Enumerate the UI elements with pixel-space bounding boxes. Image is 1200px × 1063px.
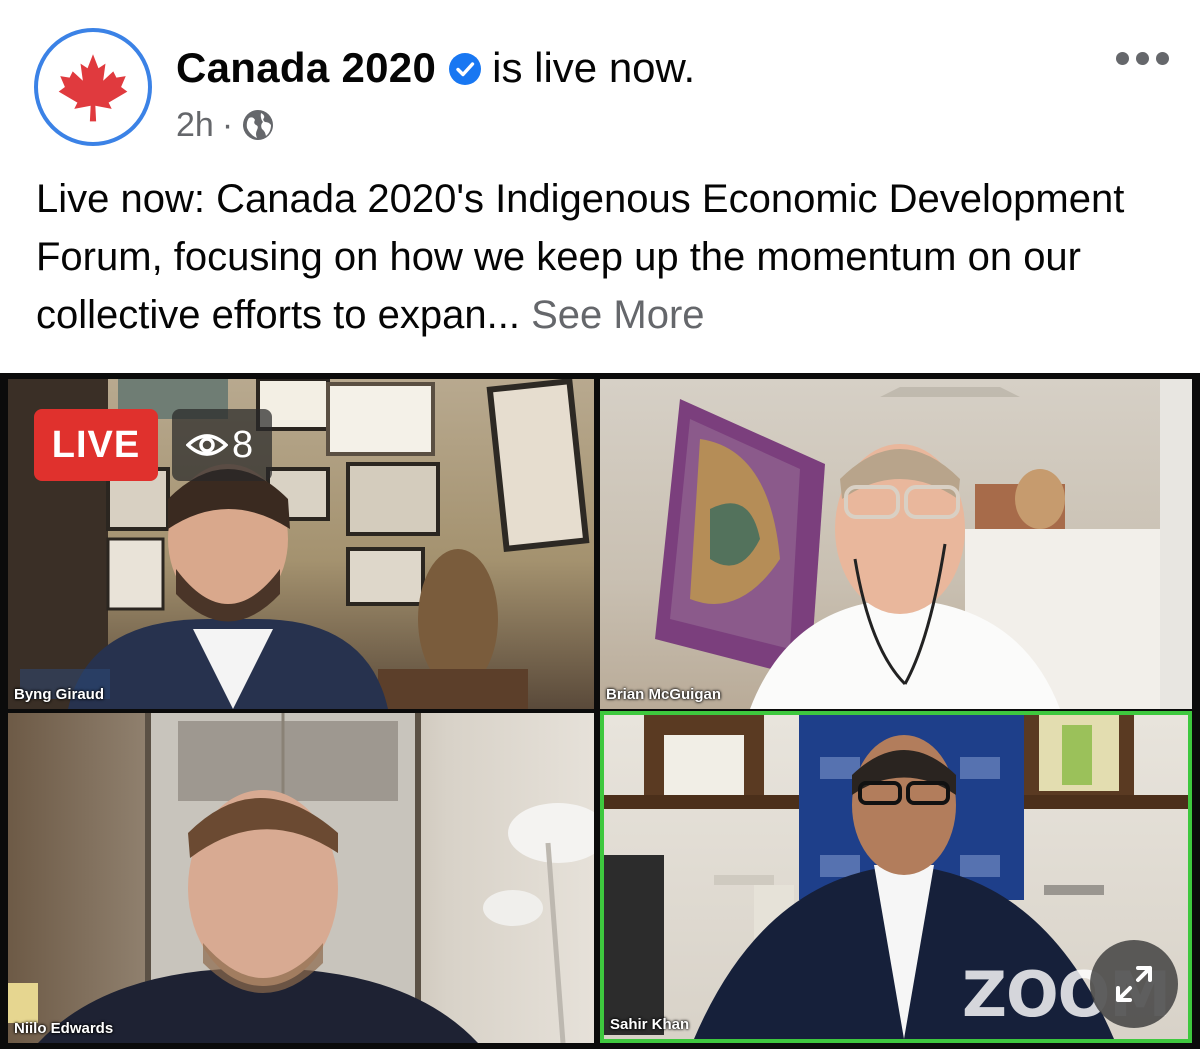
participant-name: Sahir Khan — [610, 1016, 690, 1033]
meta-separator: · — [221, 106, 234, 144]
see-more-link[interactable]: See More — [531, 293, 704, 337]
participant-tile-2: Brian McGuigan — [600, 379, 1192, 709]
page-avatar[interactable] — [34, 28, 152, 146]
post-text: Live now: Canada 2020's Indigenous Econo… — [36, 170, 1176, 344]
viewer-count-badge: 8 — [172, 409, 272, 481]
globe-icon — [243, 110, 274, 140]
participant-name: Brian McGuigan — [606, 686, 722, 703]
live-badge: LIVE — [34, 409, 158, 481]
participant-video-frame — [655, 379, 1192, 709]
more-options-icon[interactable] — [1112, 40, 1172, 76]
participant-tile-3: Niilo Edwards — [8, 713, 594, 1043]
participant-name: Niilo Edwards — [14, 1020, 114, 1037]
viewer-count: 8 — [232, 424, 254, 466]
post-header: Canada 2020 is live now. 2h · — [0, 0, 1200, 170]
post-timestamp[interactable]: 2h — [176, 106, 214, 144]
expand-arrows-icon[interactable] — [1090, 940, 1178, 1028]
participant-video-frame — [8, 713, 594, 1043]
eye-icon — [186, 434, 228, 456]
author-name[interactable]: Canada 2020 — [176, 44, 436, 91]
verified-badge-icon — [449, 53, 482, 85]
live-status-text: is live now. — [492, 44, 696, 91]
participant-name: Byng Giraud — [14, 686, 105, 703]
post-meta: 2h · — [176, 102, 275, 148]
author-line: Canada 2020 is live now. — [176, 40, 695, 96]
maple-leaf-icon — [58, 54, 128, 122]
